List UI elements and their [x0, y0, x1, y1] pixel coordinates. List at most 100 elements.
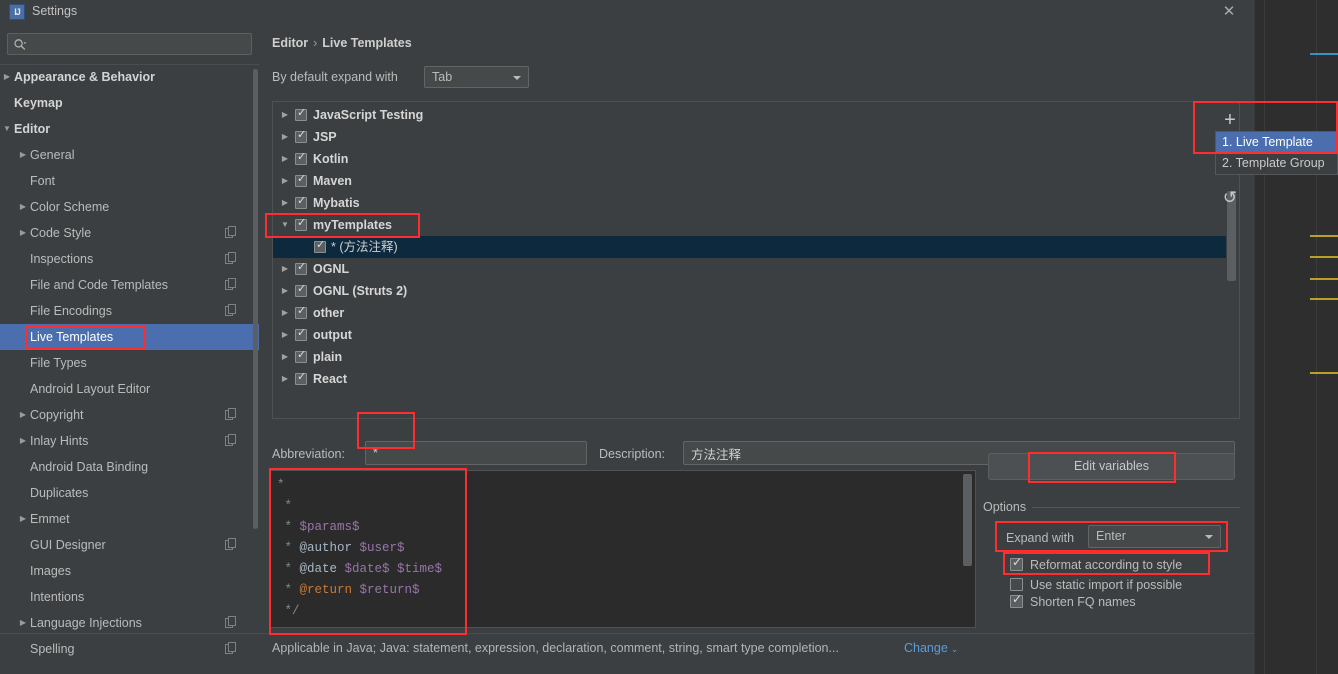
sidebar-item-file-encodings[interactable]: File Encodings [0, 298, 259, 324]
checkbox-icon[interactable] [1010, 593, 1023, 608]
sidebar-item-editor[interactable]: ▼ Editor [0, 116, 259, 142]
sidebar-item-duplicates[interactable]: Duplicates [0, 480, 259, 506]
abbreviation-field[interactable] [365, 441, 587, 465]
template-tree-row[interactable]: ▶ JavaScript Testing [273, 104, 1226, 126]
chevron-right-icon[interactable]: ▶ [278, 192, 292, 214]
chevron-down-icon[interactable]: ▼ [0, 116, 14, 142]
chevron-right-icon[interactable]: ▶ [16, 506, 30, 532]
sidebar-item-intentions[interactable]: Intentions [0, 584, 259, 610]
sidebar-item-file-types[interactable]: File Types [0, 350, 259, 376]
template-checkbox[interactable] [295, 305, 307, 319]
template-checkbox[interactable] [295, 261, 307, 275]
edit-variables-button[interactable]: Edit variables [988, 453, 1235, 480]
template-text-scrollbar[interactable] [963, 474, 972, 566]
sidebar-item-code-style[interactable]: ▶ Code Style [0, 220, 259, 246]
copy-settings-icon[interactable] [225, 408, 237, 421]
template-tree-row[interactable]: ▶ output [273, 324, 1226, 346]
template-checkbox[interactable] [295, 195, 307, 209]
chevron-right-icon[interactable]: ▶ [278, 148, 292, 170]
expand-with-select[interactable]: Enter [1088, 525, 1221, 548]
template-tree-row[interactable]: ▶ other [273, 302, 1226, 324]
chevron-right-icon[interactable]: ▶ [278, 346, 292, 368]
chevron-right-icon[interactable]: ▶ [278, 280, 292, 302]
abbreviation-input[interactable] [373, 442, 586, 464]
sidebar-item-spelling[interactable]: Spelling [0, 636, 259, 662]
sidebar-item-images[interactable]: Images [0, 558, 259, 584]
change-context-link[interactable]: Change ⌄ [904, 641, 958, 655]
live-templates-tree[interactable]: ▶ JavaScript Testing ▶ JSP ▶ Kotlin ▶ Maven ▶ Myb… [272, 101, 1240, 419]
sidebar-item-list[interactable]: ▶ Appearance & Behavior Keymap ▼ Editor ▶ Gene… [0, 64, 259, 674]
template-checkbox[interactable] [295, 217, 307, 231]
template-tree-row[interactable]: ▶ Maven [273, 170, 1226, 192]
sidebar-item-general[interactable]: ▶ General [0, 142, 259, 168]
sidebar-item-file-and-code-templates[interactable]: File and Code Templates [0, 272, 259, 298]
sidebar-item-label: Inspections [30, 252, 94, 266]
template-tree-row[interactable]: ▶ Kotlin [273, 148, 1226, 170]
default-expand-with-select[interactable]: Tab [424, 66, 529, 88]
template-checkbox[interactable] [295, 151, 307, 165]
sidebar-scrollbar[interactable] [253, 69, 258, 529]
search-input[interactable] [30, 34, 248, 54]
chevron-right-icon[interactable]: ▶ [16, 428, 30, 454]
add-template-popup-menu[interactable]: 1. Live Template 2. Template Group [1215, 131, 1338, 175]
add-template-button[interactable]: + [1200, 106, 1260, 134]
template-tree-row[interactable]: * (方法注释) [273, 236, 1226, 258]
sidebar-item-inspections[interactable]: Inspections [0, 246, 259, 272]
sidebar-item-android-data-binding[interactable]: Android Data Binding [0, 454, 259, 480]
chevron-right-icon[interactable]: ▶ [278, 258, 292, 280]
template-checkbox[interactable] [295, 107, 307, 121]
chevron-right-icon[interactable]: ▶ [278, 302, 292, 324]
copy-settings-icon[interactable] [225, 538, 237, 551]
template-checkbox[interactable] [314, 239, 326, 253]
chevron-right-icon[interactable]: ▶ [278, 368, 292, 390]
template-tree-row[interactable]: ▶ React [273, 368, 1226, 390]
template-checkbox[interactable] [295, 129, 307, 143]
template-tree-row[interactable]: ▶ plain [273, 346, 1226, 368]
chevron-right-icon[interactable]: ▶ [278, 324, 292, 346]
copy-settings-icon[interactable] [225, 252, 237, 265]
chevron-right-icon[interactable]: ▶ [16, 402, 30, 428]
sidebar-item-emmet[interactable]: ▶ Emmet [0, 506, 259, 532]
template-checkbox[interactable] [295, 327, 307, 341]
sidebar-item-copyright[interactable]: ▶ Copyright [0, 402, 259, 428]
copy-settings-icon[interactable] [225, 226, 237, 239]
template-tree-row[interactable]: ▶ OGNL [273, 258, 1226, 280]
sidebar-item-gui-designer[interactable]: GUI Designer [0, 532, 259, 558]
close-icon[interactable]: ✕ [1218, 2, 1240, 22]
popup-item-live-template[interactable]: 1. Live Template [1216, 132, 1337, 153]
sidebar-item-live-templates[interactable]: Live Templates [0, 324, 259, 350]
sidebar-item-color-scheme[interactable]: ▶ Color Scheme [0, 194, 259, 220]
popup-item-template-group[interactable]: 2. Template Group [1216, 153, 1337, 174]
chevron-right-icon[interactable]: ▶ [0, 64, 14, 90]
template-checkbox[interactable] [295, 371, 307, 385]
search-box[interactable] [7, 33, 252, 55]
template-tree-row[interactable]: ▶ OGNL (Struts 2) [273, 280, 1226, 302]
template-tree-row[interactable]: ▶ Mybatis [273, 192, 1226, 214]
template-tree-row[interactable]: ▶ JSP [273, 126, 1226, 148]
checkbox-icon[interactable] [1010, 556, 1023, 571]
copy-settings-icon[interactable] [225, 278, 237, 291]
chevron-right-icon[interactable]: ▶ [278, 170, 292, 192]
chevron-right-icon[interactable]: ▶ [16, 142, 30, 168]
copy-settings-icon[interactable] [225, 642, 237, 655]
template-checkbox[interactable] [295, 349, 307, 363]
sidebar-item-android-layout-editor[interactable]: Android Layout Editor [0, 376, 259, 402]
checkbox-icon[interactable] [1010, 578, 1023, 591]
template-text-editor[interactable]: * * * $params$ * @author $user$ * @date … [270, 470, 976, 628]
chevron-right-icon[interactable]: ▶ [16, 220, 30, 246]
chevron-down-icon[interactable]: ▼ [278, 214, 292, 236]
copy-settings-icon[interactable] [225, 434, 237, 447]
sidebar-item-inlay-hints[interactable]: ▶ Inlay Hints [0, 428, 259, 454]
revert-icon[interactable]: ↺ [1200, 185, 1260, 211]
copy-settings-icon[interactable] [225, 616, 237, 629]
sidebar-item-font[interactable]: Font [0, 168, 259, 194]
chevron-right-icon[interactable]: ▶ [278, 126, 292, 148]
chevron-right-icon[interactable]: ▶ [16, 194, 30, 220]
template-checkbox[interactable] [295, 283, 307, 297]
sidebar-item-appearance-behavior[interactable]: ▶ Appearance & Behavior [0, 64, 259, 90]
sidebar-item-keymap[interactable]: Keymap [0, 90, 259, 116]
template-tree-row[interactable]: ▼ myTemplates [273, 214, 1226, 236]
chevron-right-icon[interactable]: ▶ [278, 104, 292, 126]
template-checkbox[interactable] [295, 173, 307, 187]
copy-settings-icon[interactable] [225, 304, 237, 317]
